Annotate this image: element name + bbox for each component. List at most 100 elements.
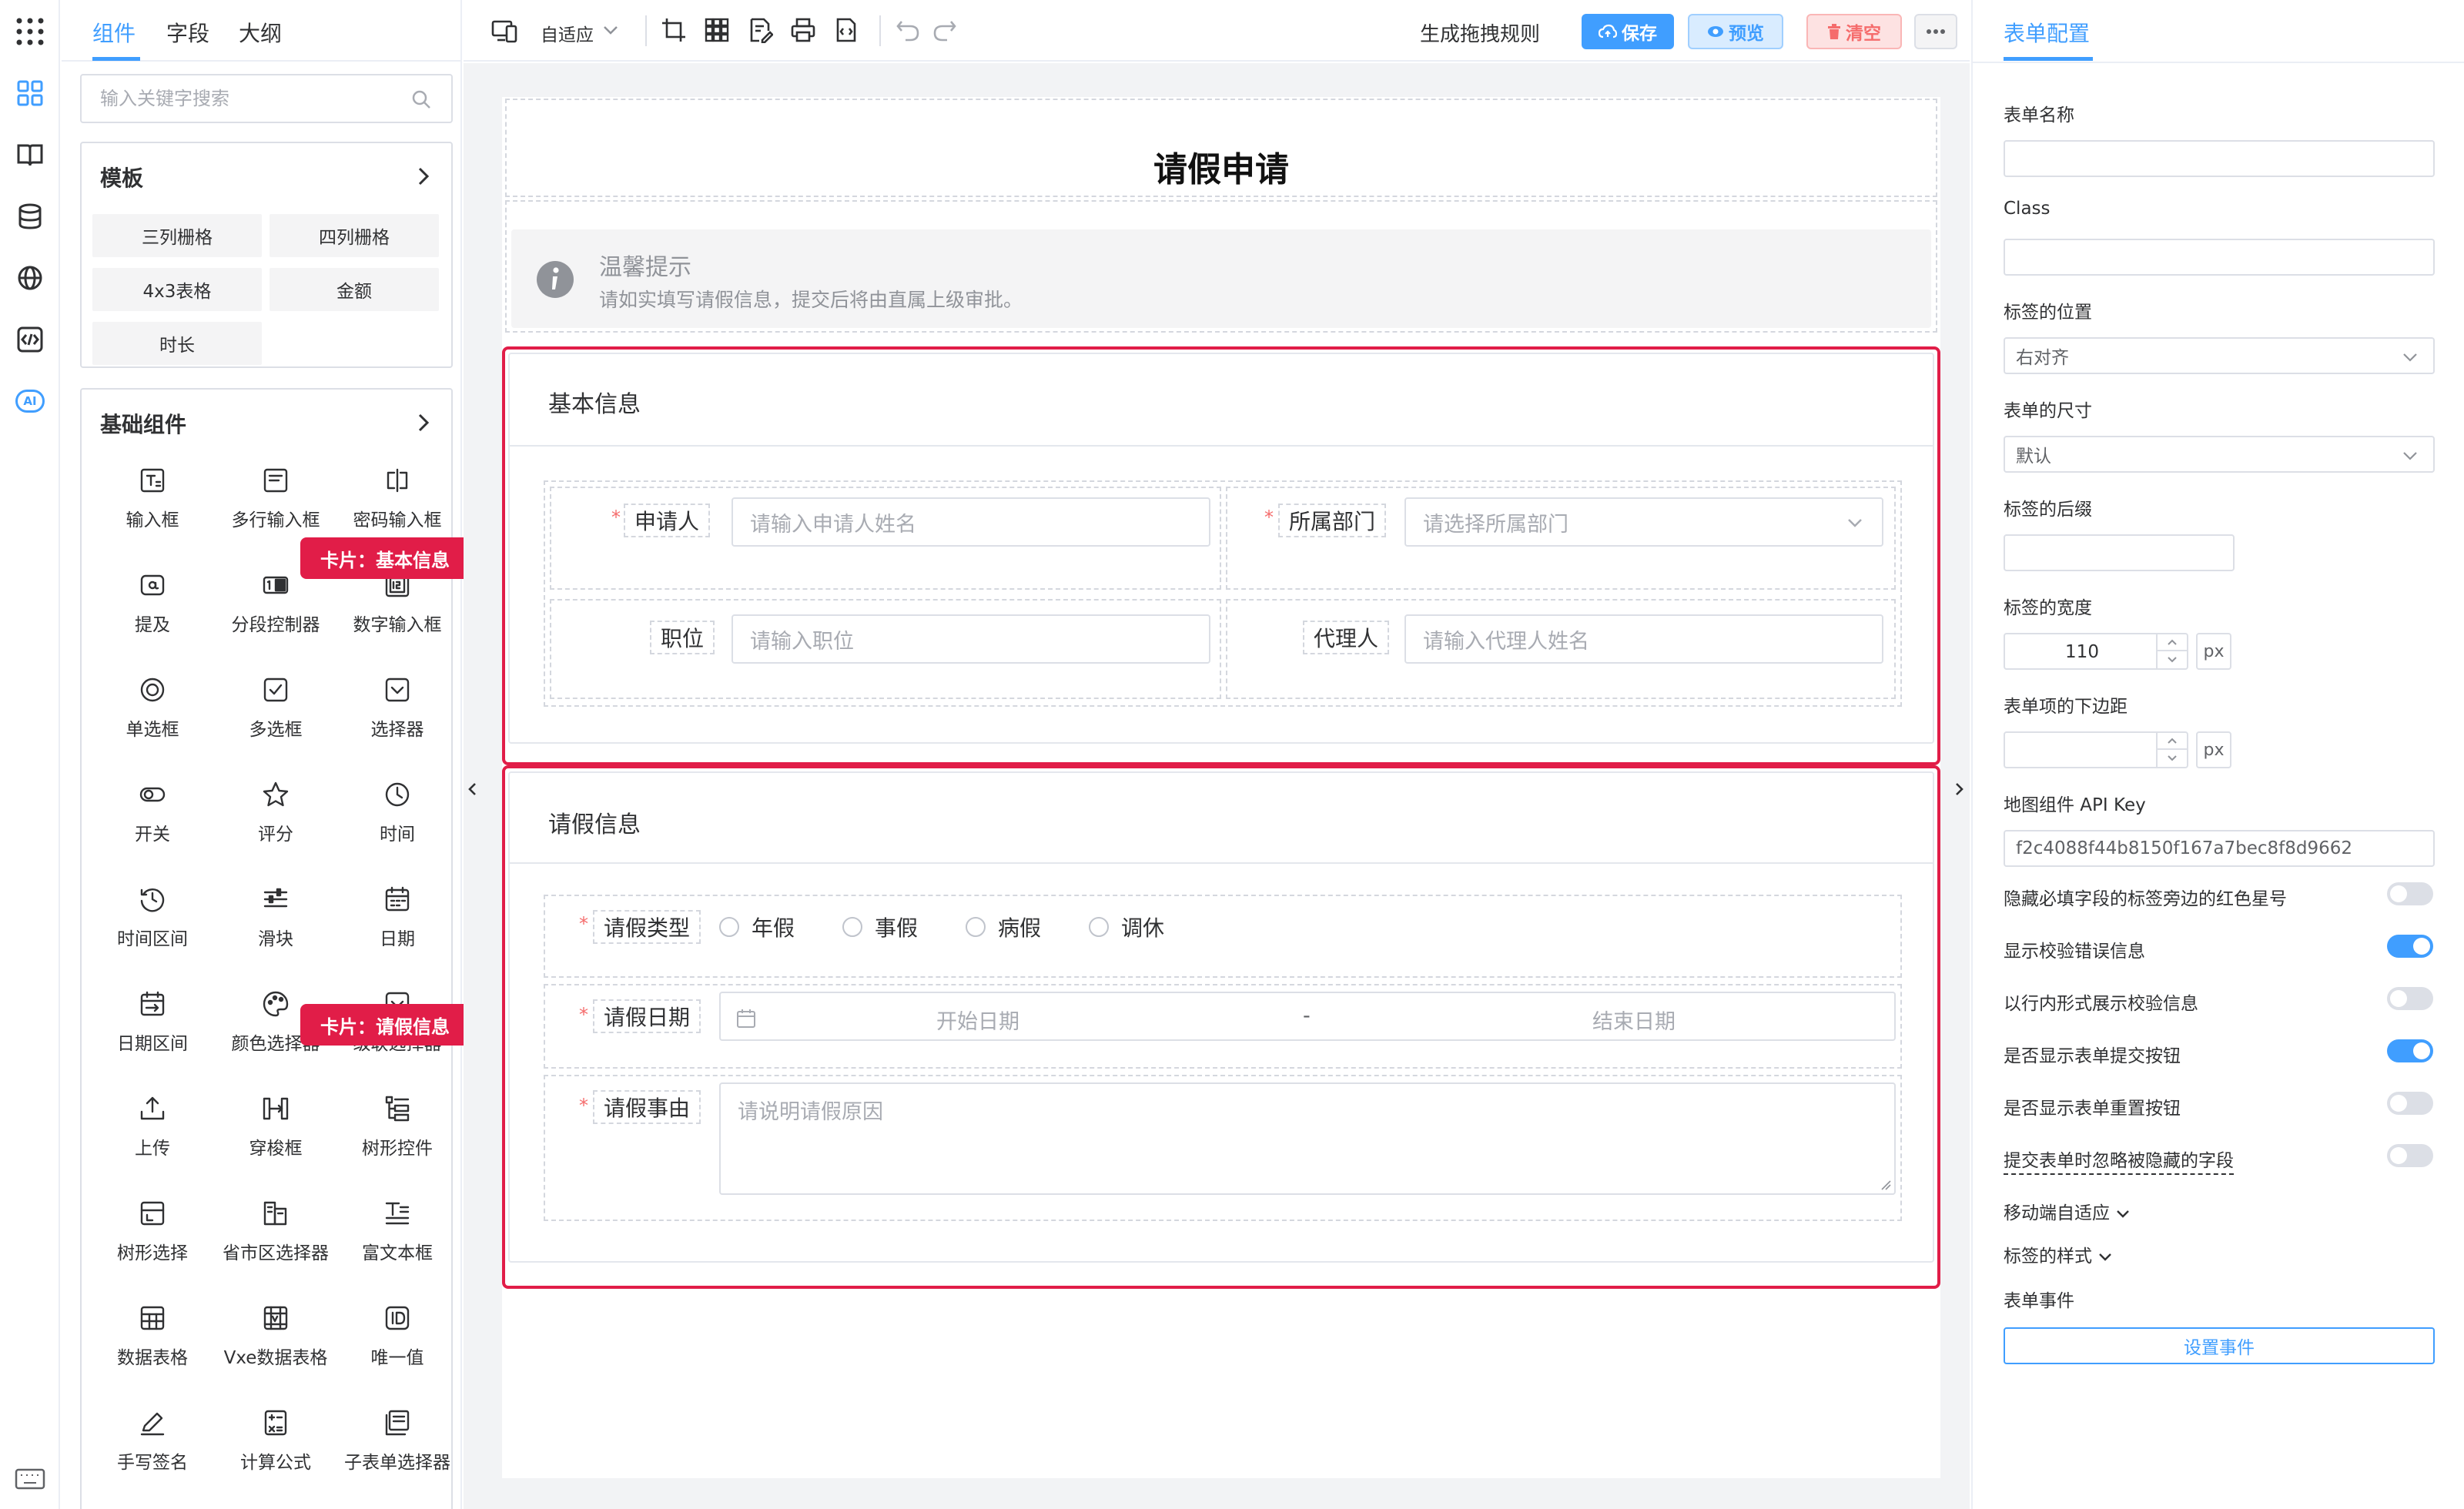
component-item[interactable]: 手写签名 xyxy=(91,1394,214,1486)
label-width-stepper[interactable]: 110 xyxy=(2004,633,2188,670)
book-icon[interactable] xyxy=(11,136,49,174)
import-json-icon[interactable] xyxy=(833,17,861,45)
component-item[interactable]: 唯一值 xyxy=(336,1289,459,1381)
component-item[interactable]: 多选框 xyxy=(214,661,337,753)
ai-icon[interactable]: AI xyxy=(15,390,45,413)
component-item[interactable]: 密码输入框 xyxy=(336,451,459,544)
component-item[interactable]: 富文本框 xyxy=(336,1184,459,1276)
toggle-switch[interactable] xyxy=(2387,935,2433,958)
component-item[interactable]: 数据表格 xyxy=(91,1289,214,1381)
toggle-switch[interactable] xyxy=(2387,1144,2433,1167)
map-api-key-label: 地图组件 API Key xyxy=(2004,795,2146,815)
collapse-left-panel-icon[interactable] xyxy=(467,778,479,801)
component-item[interactable]: 省市区选择器 xyxy=(214,1184,337,1276)
keyboard-icon[interactable] xyxy=(11,1460,49,1498)
preview-button[interactable]: 预览 xyxy=(1688,14,1783,49)
mobile-adaptive-toggle[interactable]: 移动端自适应 xyxy=(2004,1198,2131,1224)
component-item[interactable]: 上传 xyxy=(91,1079,214,1172)
label-suffix-input[interactable] xyxy=(2004,534,2235,571)
component-item[interactable]: 评分 xyxy=(214,765,337,858)
component-item[interactable]: 选择器 xyxy=(336,661,459,753)
toggle-switch[interactable] xyxy=(2387,1039,2433,1062)
component-item[interactable]: 日期 xyxy=(336,870,459,962)
component-item[interactable]: 提及 xyxy=(91,556,214,648)
radio-personal[interactable]: 事假 xyxy=(842,912,918,942)
component-item[interactable]: 单选框 xyxy=(91,661,214,753)
form-size-select[interactable]: 默认 xyxy=(2004,436,2435,473)
position-input[interactable]: 请输入职位 xyxy=(732,614,1210,664)
template-amount[interactable]: 金额 xyxy=(270,268,439,311)
component-item[interactable]: 多行输入框 xyxy=(214,451,337,544)
grid-layout-icon[interactable] xyxy=(704,17,732,45)
apps-grid-icon[interactable] xyxy=(11,12,49,51)
print-icon[interactable] xyxy=(790,17,818,45)
end-date-placeholder[interactable]: 结束日期 xyxy=(1592,1005,1676,1035)
database-icon[interactable] xyxy=(11,197,49,236)
chevron-right-icon[interactable] xyxy=(416,413,431,433)
form-name-input[interactable] xyxy=(2004,140,2435,177)
toggle-switch[interactable] xyxy=(2387,1092,2433,1115)
tab-form-config[interactable]: 表单配置 xyxy=(2004,17,2090,48)
components-icon[interactable] xyxy=(11,74,49,112)
component-item[interactable]: 输入框 xyxy=(91,451,214,544)
label-style-toggle[interactable]: 标签的样式 xyxy=(2004,1241,2113,1267)
chevron-down-icon[interactable] xyxy=(601,20,628,48)
template-four-column[interactable]: 四列栅格 xyxy=(270,214,439,257)
template-three-column[interactable]: 三列栅格 xyxy=(92,214,262,257)
applicant-input[interactable]: 请输入申请人姓名 xyxy=(732,497,1210,547)
map-api-key-input[interactable]: f2c4088f44b8150f167a7bec8f8d9662 xyxy=(2004,830,2435,867)
agent-input[interactable]: 请输入代理人姓名 xyxy=(1404,614,1883,664)
component-item[interactable]: 穿梭框 xyxy=(214,1079,337,1172)
save-button[interactable]: 保存 xyxy=(1582,14,1674,49)
component-item[interactable]: 子表单选择器 xyxy=(336,1394,459,1486)
clear-button[interactable]: 清空 xyxy=(1806,14,1902,49)
radio-compensatory[interactable]: 调休 xyxy=(1089,912,1164,942)
more-button[interactable] xyxy=(1914,14,1957,49)
component-item[interactable]: 树形选择 xyxy=(91,1184,214,1276)
radio-sick[interactable]: 病假 xyxy=(966,912,1041,942)
component-item[interactable]: 树形控件 xyxy=(336,1079,459,1172)
item-margin-stepper[interactable] xyxy=(2004,731,2188,768)
globe-icon[interactable] xyxy=(11,259,49,297)
radio-annual[interactable]: 年假 xyxy=(719,912,795,942)
search-input[interactable] xyxy=(100,85,408,112)
chevron-right-icon[interactable] xyxy=(416,166,431,186)
set-events-button[interactable]: 设置事件 xyxy=(2004,1327,2435,1364)
toggle-switch[interactable] xyxy=(2387,987,2433,1010)
leave-reason-textarea[interactable]: 请说明请假原因 xyxy=(719,1082,1896,1195)
adaptive-select[interactable]: 自适应 xyxy=(541,20,594,46)
chevron-up-icon[interactable] xyxy=(2158,733,2187,750)
component-item[interactable]: 滑块 xyxy=(214,870,337,962)
resize-handle-icon[interactable] xyxy=(1879,1178,1891,1190)
edit-document-icon[interactable] xyxy=(747,17,775,45)
component-item[interactable]: Vxe数据表格 xyxy=(214,1289,337,1381)
template-duration[interactable]: 时长 xyxy=(92,322,262,365)
tab-outline[interactable]: 大纲 xyxy=(239,17,282,48)
form-title-block[interactable]: 请假申请 xyxy=(505,99,1937,197)
code-icon[interactable] xyxy=(11,320,49,359)
component-item[interactable]: 开关 xyxy=(91,765,214,858)
crop-icon[interactable] xyxy=(661,17,688,45)
component-item[interactable]: 计算公式 xyxy=(214,1394,337,1486)
component-item[interactable]: 日期区间 xyxy=(91,975,214,1067)
start-date-placeholder[interactable]: 开始日期 xyxy=(936,1005,1019,1035)
leave-date-range[interactable]: 开始日期 - 结束日期 xyxy=(719,992,1896,1041)
tab-components[interactable]: 组件 xyxy=(92,17,136,48)
generate-drag-rules-link[interactable]: 生成拖拽规则 xyxy=(1420,18,1540,47)
template-4x3-table[interactable]: 4x3表格 xyxy=(92,268,262,311)
tab-fields[interactable]: 字段 xyxy=(166,17,209,48)
component-item[interactable]: 时间区间 xyxy=(91,870,214,962)
device-icon[interactable] xyxy=(491,17,519,45)
collapse-right-panel-icon[interactable] xyxy=(1953,778,1965,801)
department-select[interactable]: 请选择所属部门 xyxy=(1404,497,1883,547)
component-item[interactable]: 时间 xyxy=(336,765,459,858)
undo-icon[interactable] xyxy=(895,17,922,45)
redo-icon[interactable] xyxy=(932,17,959,45)
label-position-select[interactable]: 右对齐 xyxy=(2004,337,2435,374)
chevron-down-icon[interactable] xyxy=(2158,651,2187,668)
class-input[interactable] xyxy=(2004,239,2435,276)
search-icon[interactable] xyxy=(411,89,431,109)
chevron-up-icon[interactable] xyxy=(2158,634,2187,651)
chevron-down-icon[interactable] xyxy=(2158,750,2187,767)
toggle-switch[interactable] xyxy=(2387,882,2433,905)
